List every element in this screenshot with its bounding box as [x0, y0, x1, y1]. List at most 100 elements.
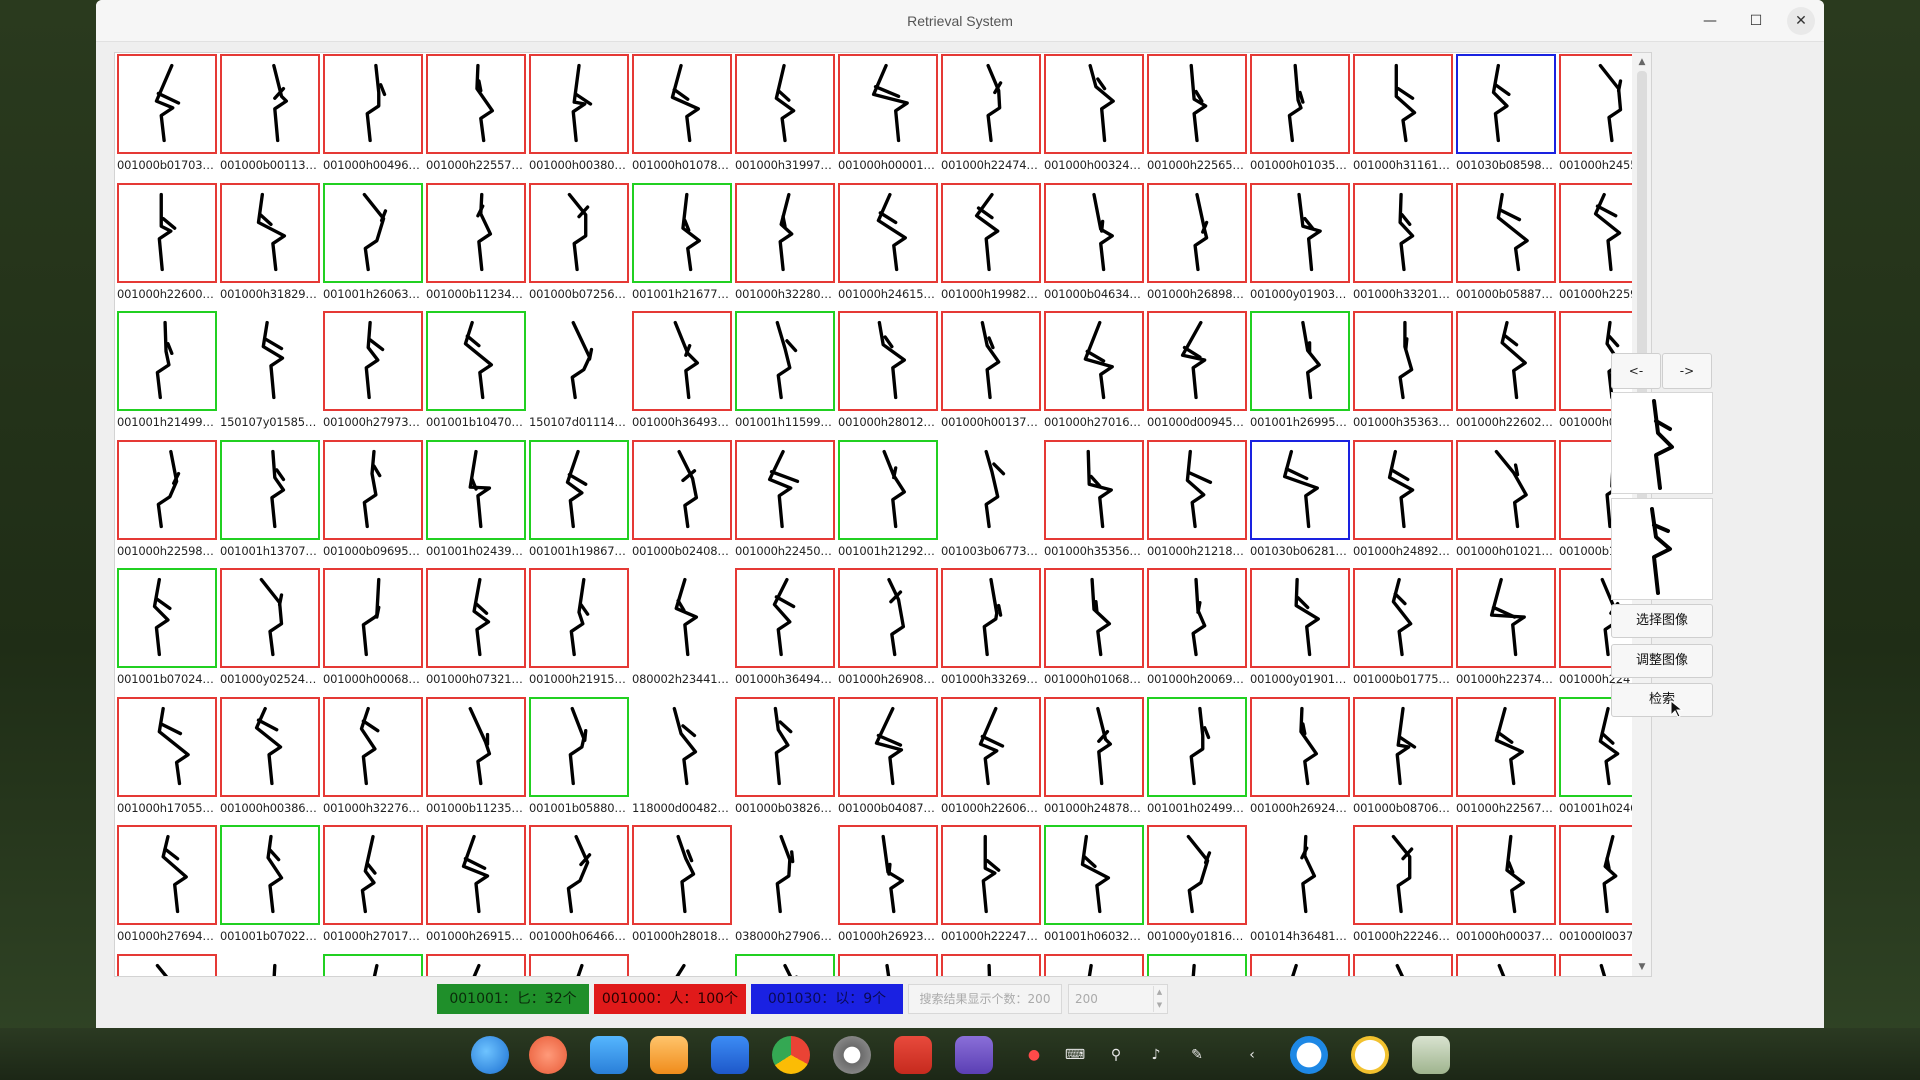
spin-up-arrow-icon[interactable]: ▲ [1153, 986, 1165, 999]
result-thumbnail[interactable] [838, 568, 938, 668]
result-thumbnail[interactable] [529, 568, 629, 668]
result-thumbnail[interactable] [426, 696, 526, 797]
result-cell[interactable]: 001001h26995… [1250, 311, 1353, 439]
result-thumbnail[interactable] [1353, 825, 1453, 925]
result-thumbnail[interactable] [632, 311, 732, 411]
result-thumbnail[interactable] [632, 439, 732, 540]
result-cell[interactable]: 001000h26908… [838, 568, 941, 696]
result-thumbnail[interactable] [838, 696, 938, 797]
select-image-button[interactable]: 选择图像 [1611, 604, 1713, 638]
result-thumbnail[interactable] [1044, 568, 1144, 668]
result-thumbnail[interactable] [1044, 439, 1144, 540]
result-thumbnail[interactable] [323, 439, 423, 540]
result-cell[interactable]: 001001h19867… [529, 439, 632, 568]
result-thumbnail[interactable] [323, 696, 423, 797]
result-cell[interactable]: 001001h11599… [735, 311, 838, 439]
result-cell[interactable]: 001000h31161… [1353, 54, 1456, 182]
result-cell[interactable] [220, 953, 323, 976]
result-cell[interactable]: 001000b07256… [529, 182, 632, 311]
result-thumbnail[interactable] [323, 953, 423, 976]
result-thumbnail[interactable] [1353, 182, 1453, 283]
result-cell[interactable]: 001000h27017… [323, 825, 426, 953]
adjust-image-button[interactable]: 调整图像 [1611, 644, 1713, 678]
result-cell[interactable]: 001000h35363… [1353, 311, 1456, 439]
result-thumbnail[interactable] [632, 696, 732, 797]
spin-down-arrow-icon[interactable]: ▼ [1153, 999, 1165, 1012]
result-cell[interactable]: 080002h23441… [632, 568, 735, 696]
result-thumbnail[interactable] [529, 953, 629, 976]
result-cell[interactable]: 001001h21499… [117, 311, 220, 439]
settings-icon[interactable] [833, 1036, 871, 1074]
result-thumbnail[interactable] [1044, 953, 1144, 976]
result-cell[interactable]: 001000b03826… [735, 696, 838, 825]
result-cell[interactable] [1250, 953, 1353, 976]
result-cell[interactable]: 001000h21915… [529, 568, 632, 696]
result-cell[interactable]: 001000b01703… [117, 54, 220, 182]
result-thumbnail[interactable] [1147, 825, 1247, 925]
result-thumbnail[interactable] [838, 825, 938, 925]
result-thumbnail[interactable] [1250, 311, 1350, 411]
result-cell[interactable]: 001001h02499… [1147, 696, 1250, 825]
result-cell[interactable]: 118000d00482… [632, 696, 735, 825]
result-cell[interactable]: 001000h22247… [941, 825, 1044, 953]
result-cell[interactable]: 001000h35356… [1044, 439, 1147, 568]
result-cell[interactable]: 001000h06466… [529, 825, 632, 953]
result-thumbnail[interactable] [941, 953, 1041, 976]
result-thumbnail[interactable] [426, 54, 526, 154]
result-thumbnail[interactable] [220, 182, 320, 283]
result-cell[interactable]: 001001b05880… [529, 696, 632, 825]
result-thumbnail[interactable] [735, 439, 835, 540]
volume-icon[interactable]: ♪ [1144, 1043, 1168, 1067]
result-thumbnail[interactable] [220, 696, 320, 797]
video-player-icon[interactable] [711, 1036, 749, 1074]
result-thumbnail[interactable] [632, 182, 732, 283]
result-cell[interactable]: 001000h22565… [1147, 54, 1250, 182]
result-thumbnail[interactable] [941, 439, 1041, 540]
result-count-spinbox[interactable]: 200 ▲ ▼ [1068, 984, 1168, 1014]
result-cell[interactable]: 001001h13707… [220, 439, 323, 568]
result-cell[interactable]: 001000h00068… [323, 568, 426, 696]
result-cell[interactable]: 001000h28018… [632, 825, 735, 953]
result-thumbnail[interactable] [1250, 182, 1350, 283]
result-cell[interactable] [838, 953, 941, 976]
clock-icon[interactable] [1351, 1036, 1389, 1074]
result-cell[interactable] [1044, 953, 1147, 976]
result-thumbnail[interactable] [323, 568, 423, 668]
result-cell[interactable]: 001000h24892… [1353, 439, 1456, 568]
chevron-left-icon[interactable]: ‹ [1240, 1043, 1264, 1067]
result-cell[interactable]: 001000h00324… [1044, 54, 1147, 182]
chrome-icon[interactable] [772, 1036, 810, 1074]
result-cell[interactable]: 001000h01078… [632, 54, 735, 182]
result-thumbnail[interactable] [1250, 439, 1350, 540]
result-thumbnail[interactable] [529, 182, 629, 283]
result-thumbnail[interactable] [941, 54, 1041, 154]
result-cell[interactable]: 001000h00137… [941, 311, 1044, 439]
result-thumbnail[interactable] [117, 568, 217, 668]
result-cell[interactable]: 001000h31829… [220, 182, 323, 311]
result-cell[interactable]: 001000b02408… [632, 439, 735, 568]
result-thumbnail[interactable] [117, 825, 217, 925]
result-cell[interactable]: 001001b07024… [117, 568, 220, 696]
result-cell[interactable] [426, 953, 529, 976]
result-cell[interactable]: 001000b01775… [1353, 568, 1456, 696]
result-count-value[interactable]: 200 [1075, 985, 1098, 1013]
result-cell[interactable]: 001000h00496… [323, 54, 426, 182]
record-icon[interactable]: ● [1022, 1043, 1046, 1067]
result-thumbnail[interactable] [1353, 568, 1453, 668]
trash-icon[interactable] [1412, 1036, 1450, 1074]
result-thumbnail[interactable] [1353, 953, 1453, 976]
result-cell[interactable]: 001000y02524… [220, 568, 323, 696]
result-cell[interactable]: 001000h19982… [941, 182, 1044, 311]
result-cell[interactable]: 001000h22374… [1456, 568, 1559, 696]
result-thumbnail[interactable] [735, 696, 835, 797]
result-thumbnail[interactable] [735, 311, 835, 411]
result-cell[interactable]: 001001h06032… [1044, 825, 1147, 953]
result-thumbnail[interactable] [735, 182, 835, 283]
result-thumbnail[interactable] [941, 311, 1041, 411]
result-cell[interactable]: 001000h33201… [1353, 182, 1456, 311]
result-thumbnail[interactable] [838, 54, 938, 154]
result-cell[interactable]: 150107d01114… [529, 311, 632, 439]
result-thumbnail[interactable] [1353, 54, 1453, 154]
result-thumbnail[interactable] [1044, 54, 1144, 154]
result-thumbnail[interactable] [1147, 568, 1247, 668]
